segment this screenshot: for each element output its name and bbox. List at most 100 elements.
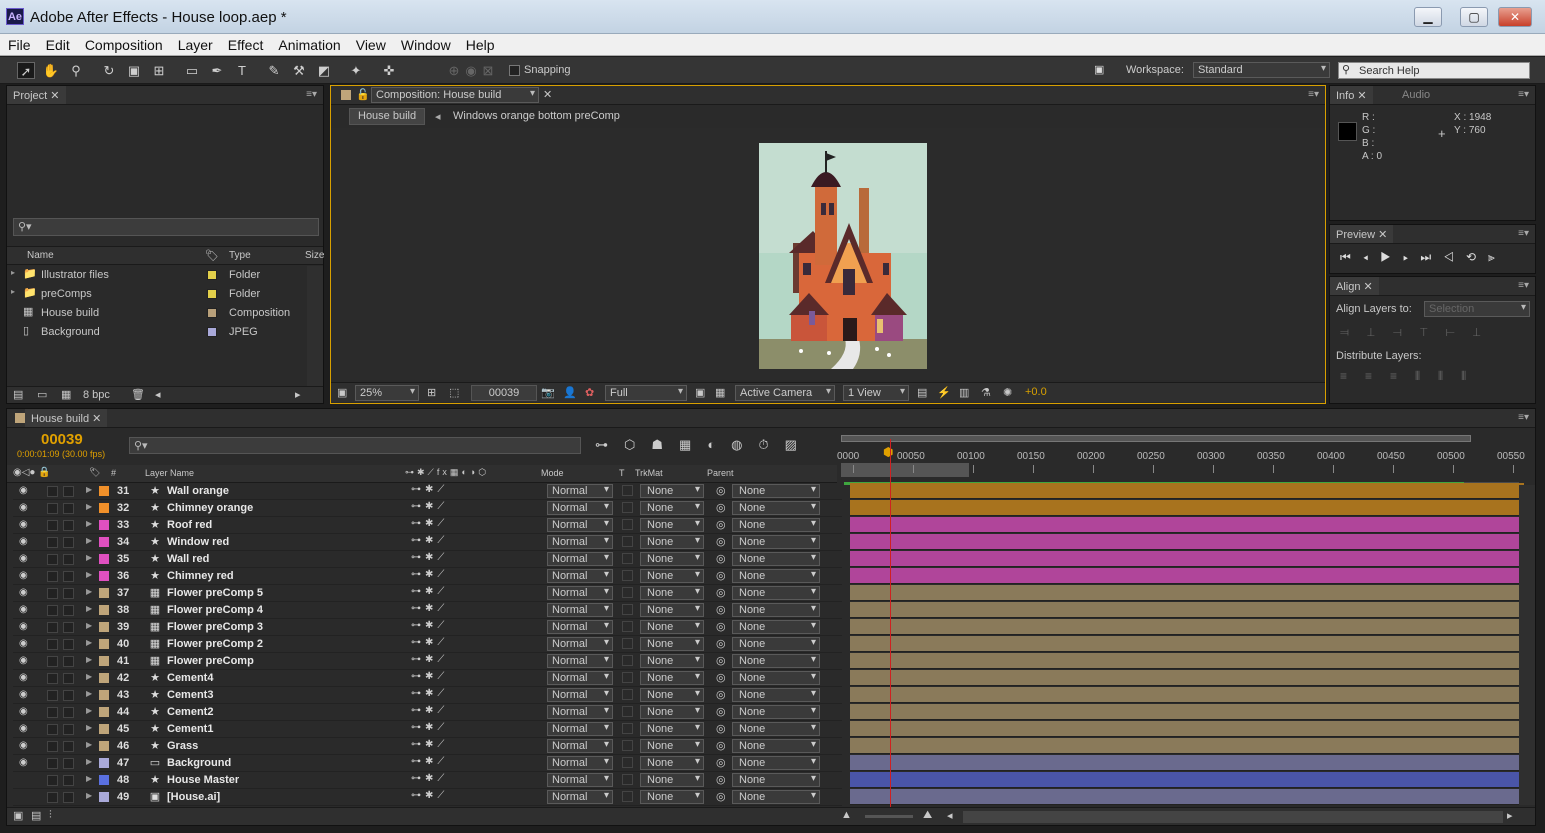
layer-duration-bar[interactable]	[850, 636, 1524, 652]
layer-duration-bar[interactable]	[850, 619, 1524, 635]
preserve-transparency-checkbox[interactable]	[622, 689, 633, 700]
align-to-dropdown[interactable]: Selection	[1424, 301, 1530, 317]
scroll-right-icon[interactable]: ▸	[295, 388, 301, 401]
layer-name[interactable]: Window red	[167, 536, 229, 548]
layer-switches[interactable]: ⊶✱⟋	[411, 518, 448, 529]
label-swatch[interactable]	[99, 690, 109, 700]
close-button[interactable]: ✕	[1498, 7, 1532, 27]
panel-menu-icon[interactable]: ≡▾	[1308, 89, 1319, 100]
project-scrollbar[interactable]	[307, 266, 323, 386]
menu-animation[interactable]: Animation	[270, 34, 340, 53]
audio-toggle[interactable]	[47, 571, 58, 582]
audio-toggle[interactable]	[47, 690, 58, 701]
audio-toggle[interactable]	[47, 639, 58, 650]
label-swatch[interactable]	[99, 537, 109, 547]
trkmat-dropdown[interactable]: None	[640, 586, 704, 600]
blend-mode-dropdown[interactable]: Normal	[547, 688, 613, 702]
solo-toggle[interactable]	[63, 639, 74, 650]
layer-switches[interactable]: ⊶✱⟋	[411, 739, 448, 750]
horizontal-scrollbar[interactable]	[963, 811, 1503, 823]
layer-name[interactable]: [House.ai]	[167, 791, 220, 803]
tab-preview[interactable]: Preview ✕	[1330, 225, 1394, 243]
playhead-line[interactable]	[890, 439, 891, 807]
pick-whip-icon[interactable]: ◎	[716, 518, 726, 531]
preserve-transparency-checkbox[interactable]	[622, 536, 633, 547]
parent-dropdown[interactable]: None	[732, 484, 820, 498]
next-frame-icon[interactable]: ▸	[1403, 250, 1420, 264]
blend-mode-dropdown[interactable]: Normal	[547, 518, 613, 532]
timeline-icon[interactable]: ▥	[959, 386, 969, 399]
project-item[interactable]: ▸ 📁 Illustrator files Folder	[7, 266, 307, 285]
blend-mode-dropdown[interactable]: Normal	[547, 654, 613, 668]
label-swatch[interactable]	[99, 622, 109, 632]
frame-blending-icon[interactable]: ▦	[679, 437, 707, 452]
av-features-icon[interactable]: ◉◁● 🔒	[13, 467, 51, 478]
preserve-transparency-checkbox[interactable]	[622, 774, 633, 785]
blend-mode-dropdown[interactable]: Normal	[547, 586, 613, 600]
project-search-input[interactable]: ⚲▾	[13, 218, 319, 236]
trkmat-dropdown[interactable]: None	[640, 705, 704, 719]
visibility-eye-icon[interactable]: ◉	[19, 587, 28, 598]
view-axis-icon[interactable]: ⊠	[479, 62, 497, 79]
preserve-transparency-checkbox[interactable]	[622, 621, 633, 632]
tab-house-build[interactable]: House build ✕	[25, 409, 108, 427]
trkmat-dropdown[interactable]: None	[640, 603, 704, 617]
blend-mode-dropdown[interactable]: Normal	[547, 552, 613, 566]
view-layout-dropdown[interactable]: 1 View	[843, 385, 909, 401]
axis-mode-icon[interactable]: ⊕	[445, 62, 463, 79]
expand-triangle-icon[interactable]: ▶	[86, 638, 92, 647]
expand-triangle-icon[interactable]: ▶	[86, 740, 92, 749]
layer-duration-bar[interactable]	[850, 789, 1524, 805]
always-preview-icon[interactable]: ▣	[337, 386, 347, 399]
expand-triangle-icon[interactable]: ▶	[86, 502, 92, 511]
pick-whip-icon[interactable]: ◎	[716, 790, 726, 803]
world-axis-icon[interactable]: ◉	[462, 62, 480, 79]
scroll-right-icon[interactable]: ▸	[1507, 809, 1513, 822]
layer-row[interactable]: ▶ 49 ▣ [House.ai] ⊶✱⟋ Normal None ◎ None	[13, 789, 842, 806]
layer-row[interactable]: ◉ ▶ 32 ★ Chimney orange ⊶✱⟋ Normal None …	[13, 500, 842, 517]
trkmat-dropdown[interactable]: None	[640, 620, 704, 634]
layer-duration-bar[interactable]	[850, 704, 1524, 720]
layer-row[interactable]: ◉ ▶ 41 ▦ Flower preComp ⊶✱⟋ Normal None …	[13, 653, 842, 670]
hand-tool-icon[interactable]: ✋	[42, 62, 60, 79]
preserve-transparency-checkbox[interactable]	[622, 791, 633, 802]
pick-whip-icon[interactable]: ◎	[716, 586, 726, 599]
zoom-out-icon[interactable]: ▲	[841, 809, 852, 821]
in-out-toggle-icon[interactable]: ⫶	[49, 809, 52, 822]
audio-toggle[interactable]	[47, 741, 58, 752]
label-column-icon[interactable]: 🏷	[205, 249, 219, 262]
auto-keyframe-icon[interactable]: ⏱	[759, 437, 785, 452]
audio-toggle[interactable]	[47, 758, 58, 769]
column-type[interactable]: Type	[229, 250, 251, 261]
label-swatch[interactable]	[99, 639, 109, 649]
pick-whip-icon[interactable]: ◎	[716, 552, 726, 565]
roto-brush-tool-icon[interactable]: ✦	[347, 62, 365, 79]
pick-whip-icon[interactable]: ◎	[716, 654, 726, 667]
solo-toggle[interactable]	[63, 673, 74, 684]
transparency-grid-icon[interactable]: ▦	[715, 386, 725, 399]
layer-duration-bar[interactable]	[850, 534, 1524, 550]
layer-row[interactable]: ◉ ▶ 39 ▦ Flower preComp 3 ⊶✱⟋ Normal Non…	[13, 619, 842, 636]
exposure-value[interactable]: +0.0	[1025, 386, 1047, 398]
label-swatch[interactable]	[99, 673, 109, 683]
expand-triangle-icon[interactable]: ▶	[86, 689, 92, 698]
tab-info[interactable]: Info ✕	[1330, 86, 1373, 104]
trkmat-dropdown[interactable]: None	[640, 569, 704, 583]
layer-duration-bar[interactable]	[850, 653, 1524, 669]
solo-toggle[interactable]	[63, 537, 74, 548]
blend-mode-dropdown[interactable]: Normal	[547, 671, 613, 685]
visibility-eye-icon[interactable]: ◉	[19, 672, 28, 683]
first-frame-icon[interactable]: ⏮	[1340, 250, 1363, 264]
expand-triangle-icon[interactable]: ▶	[86, 604, 92, 613]
label-swatch[interactable]	[99, 775, 109, 785]
mini-flowchart-icon[interactable]: ⊶	[595, 437, 624, 452]
pick-whip-icon[interactable]: ◎	[716, 484, 726, 497]
trkmat-dropdown[interactable]: None	[640, 484, 704, 498]
previous-frame-icon[interactable]: ◂	[1363, 250, 1380, 264]
blend-mode-dropdown[interactable]: Normal	[547, 756, 613, 770]
trkmat-dropdown[interactable]: None	[640, 790, 704, 804]
loop-icon[interactable]: ⟲	[1466, 250, 1488, 264]
region-of-interest-icon[interactable]: ⬚	[449, 386, 459, 399]
flowchart-icon[interactable]: ⚗	[981, 386, 991, 399]
blend-mode-dropdown[interactable]: Normal	[547, 569, 613, 583]
